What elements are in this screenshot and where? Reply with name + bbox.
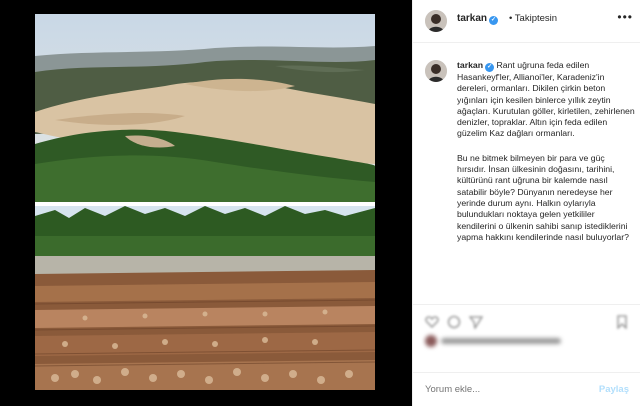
share-comment-button[interactable]: Paylaş — [599, 384, 629, 395]
comment-icon[interactable] — [447, 315, 461, 329]
heart-icon[interactable] — [425, 315, 439, 329]
verified-badge-icon: ✓ — [489, 16, 499, 25]
caption-paragraph-2: Bu ne bitmek bilmeyen bir para ve güç hı… — [457, 152, 629, 242]
likes-summary-blurred — [423, 334, 623, 348]
post-side-panel: tarkan ✓ • Takiptesin ••• tarkan ✓ Rant uğ… — [412, 0, 640, 406]
share-icon[interactable] — [469, 315, 483, 329]
photo-deforested-hills — [35, 14, 375, 202]
comment-input[interactable] — [425, 384, 575, 395]
avatar[interactable] — [425, 10, 447, 32]
caption-paragraph-1: Rant uğruna feda edilen Hasankeyf'ler, A… — [457, 60, 635, 139]
divider — [413, 372, 640, 373]
post-header: tarkan ✓ • Takiptesin ••• — [413, 0, 640, 43]
follow-status[interactable]: • Takiptesin — [509, 13, 557, 24]
photo-cut-logs — [35, 206, 375, 390]
post-caption: tarkan ✓ Rant uğruna feda edilen Hasankey… — [457, 60, 635, 256]
header-username-text[interactable]: tarkan — [457, 13, 487, 24]
caption-username-text[interactable]: tarkan — [457, 60, 483, 70]
more-dots-icon[interactable]: ••• — [617, 10, 633, 24]
verified-badge-icon: ✓ — [485, 63, 495, 72]
header-username[interactable]: tarkan ✓ — [457, 13, 499, 25]
caption-avatar[interactable] — [425, 60, 447, 82]
post-photo[interactable] — [35, 14, 375, 390]
post-media-area — [0, 0, 412, 406]
bookmark-icon[interactable] — [615, 315, 629, 329]
caption-username[interactable]: tarkan ✓ — [457, 60, 495, 72]
action-bar — [413, 304, 640, 335]
